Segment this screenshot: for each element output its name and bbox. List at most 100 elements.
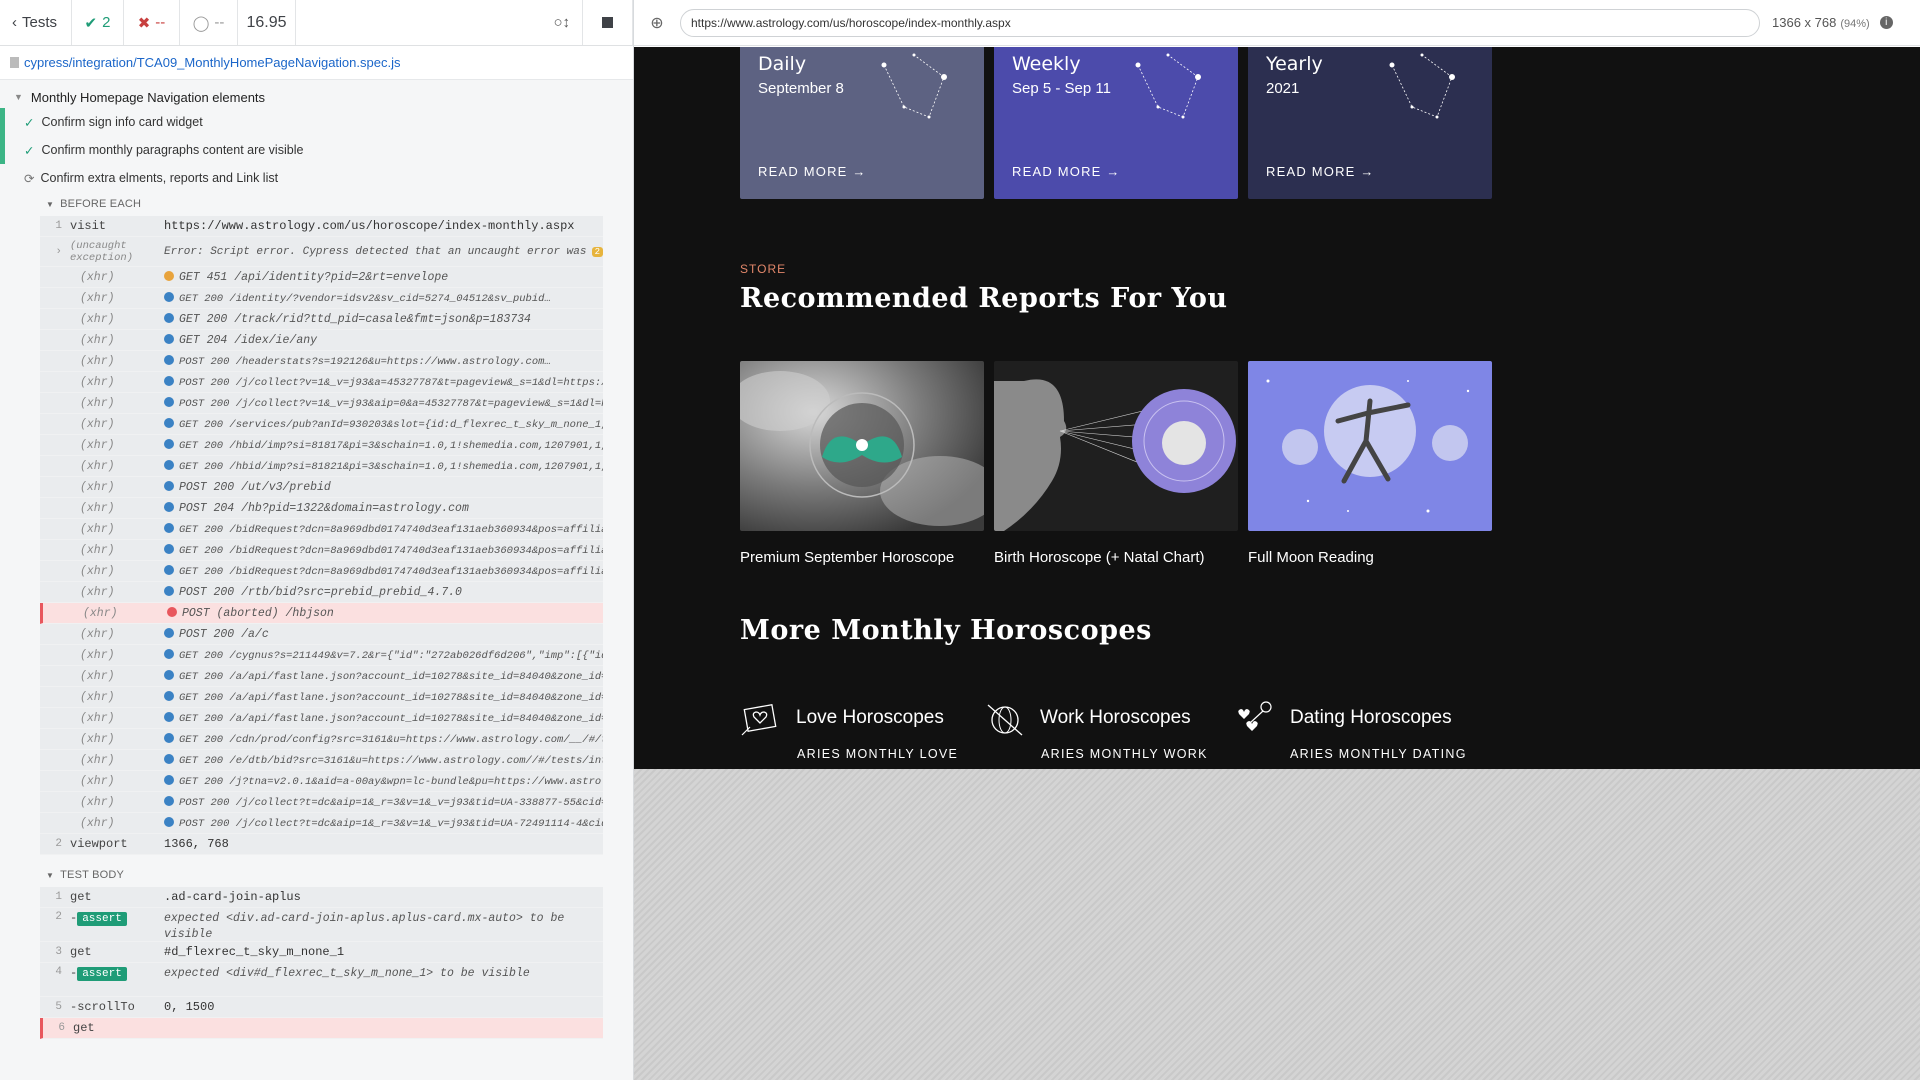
status-dot (164, 522, 174, 533)
command-row[interactable]: 2 viewport 1366, 768 (40, 834, 603, 855)
love-horoscopes-link[interactable]: Love Horoscopes (740, 697, 944, 739)
xhr-row[interactable]: (xhr) POST 200 /j/collect?v=1&_v=j93&aip=… (40, 393, 603, 414)
status-dot (164, 417, 174, 428)
constellation-icon (1135, 53, 1201, 119)
horoscope-card-yearly[interactable]: Yearly 2021 READ MORE → (1248, 47, 1492, 199)
cypress-reporter: ‹ Tests ✔ 2 ✖ -- ◯ -- 16.95 ○↕ cypress/integ… (0, 0, 634, 1080)
xhr-row[interactable]: (xhr) GET 200 /bidRequest?dcn=8a969dbd017… (40, 540, 603, 561)
xhr-row[interactable]: (xhr) POST (aborted) /hbjson (40, 603, 603, 624)
xhr-row[interactable]: (xhr) GET 200 /cdn/prod/config?src=3161&u… (40, 729, 603, 750)
xhr-label: (xhr) (80, 522, 115, 536)
xhr-row[interactable]: (xhr) POST 200 /j/collect?t=dc&aip=1&_r=3… (40, 813, 603, 834)
test-row[interactable]: ✓ Confirm sign info card widget (0, 108, 633, 136)
status-dot (164, 396, 174, 407)
xhr-row[interactable]: (xhr) GET 200 /a/api/fastlane.json?accoun… (40, 708, 603, 729)
chevron-down-icon: ▼ (46, 870, 55, 880)
status-dot (164, 438, 174, 449)
xhr-row[interactable]: (xhr) GET 200 /identity/?vendor=idsv2&sv_… (40, 288, 603, 309)
xhr-row[interactable]: (xhr) GET 200 /cygnus?s=211449&v=7.2&r={"… (40, 645, 603, 666)
command-row[interactable]: 1 get .ad-card-join-aplus (40, 887, 603, 908)
work-horoscopes-link[interactable]: Work Horoscopes (984, 697, 1191, 739)
xhr-row[interactable]: (xhr) POST 200 /rtb/bid?src=prebid_prebid… (40, 582, 603, 603)
pending-count: ◯ -- (180, 0, 238, 45)
chevron-down-icon: ▼ (14, 92, 23, 102)
xhr-row[interactable]: (xhr) POST 200 /a/c (40, 624, 603, 645)
xhr-row[interactable]: (xhr) GET 200 /a/api/fastlane.json?accoun… (40, 666, 603, 687)
aries-monthly-work-link[interactable]: ARIES MONTHLY WORK (1041, 747, 1208, 761)
test-body-hook[interactable]: ▼ TEST BODY (0, 863, 633, 887)
status-dot (164, 564, 174, 575)
more-heading: More Monthly Horoscopes (740, 615, 1152, 646)
test-row-running[interactable]: ⟳ Confirm extra elments, reports and Link… (0, 164, 633, 192)
status-dot (164, 375, 174, 386)
status-dot (164, 333, 174, 344)
command-row-uncaught[interactable]: › (uncaught exception) Error: Script error… (40, 237, 603, 267)
xhr-row[interactable]: (xhr) POST 204 /hb?pid=1322&domain=astrol… (40, 498, 603, 519)
report-card[interactable]: Premium September Horoscope (740, 361, 984, 566)
xhr-row[interactable]: (xhr) GET 200 /e/dtb/bid?src=3161&u=https… (40, 750, 603, 771)
status-dot (164, 711, 174, 722)
url-bar: ⊕ https://www.astrology.com/us/horoscope… (634, 0, 1920, 46)
viewport-dims: 1366 x 768 (94%) (1772, 15, 1870, 30)
command-row[interactable]: 6 get (40, 1018, 603, 1039)
xhr-row[interactable]: (xhr) GET 200 /services/pub?anId=930203&s… (40, 414, 603, 435)
command-row[interactable]: 5 -scrollTo 0, 1500 (40, 997, 603, 1018)
xhr-row[interactable]: (xhr) GET 200 /bidRequest?dcn=8a969dbd017… (40, 561, 603, 582)
read-more-link[interactable]: READ MORE → (758, 164, 867, 179)
xhr-list: (xhr) GET 451 /api/identity?pid=2&rt=enve… (40, 267, 603, 834)
command-row[interactable]: 1 visit https://www.astrology.com/us/horos… (40, 216, 603, 237)
read-more-link[interactable]: READ MORE → (1012, 164, 1121, 179)
auto-scroll-icon[interactable]: ○↕ (553, 14, 570, 31)
read-more-link[interactable]: READ MORE → (1266, 164, 1375, 179)
xhr-row[interactable]: (xhr) GET 200 /track/rid?ttd_pid=casale&f… (40, 309, 603, 330)
xhr-row[interactable]: (xhr) POST 200 /ut/v3/prebid (40, 477, 603, 498)
tests-button[interactable]: ‹ Tests (0, 0, 72, 45)
xhr-row[interactable]: (xhr) GET 451 /api/identity?pid=2&rt=enve… (40, 267, 603, 288)
xhr-row[interactable]: (xhr) POST 200 /headerstats?s=192126&u=ht… (40, 351, 603, 372)
assert-row[interactable]: 2- assert expected <div.ad-card-join-aplus… (40, 908, 603, 942)
status-dot (164, 354, 174, 365)
stop-button[interactable] (583, 0, 633, 45)
heart-icon (741, 703, 777, 736)
xhr-row[interactable]: (xhr) GET 204 /idex/ie/any (40, 330, 603, 351)
xhr-label: (xhr) (80, 669, 115, 683)
status-dot (164, 480, 174, 491)
xhr-label: (xhr) (80, 333, 115, 347)
report-card[interactable]: Birth Horoscope (+ Natal Chart) (994, 361, 1238, 566)
command-row[interactable]: 3 get #d_flexrec_t_sky_m_none_1 (40, 942, 603, 963)
suite-title[interactable]: ▼ Monthly Homepage Navigation elements (0, 80, 633, 108)
xhr-row[interactable]: (xhr) POST 200 /j/collect?t=dc&aip=1&_r=3… (40, 792, 603, 813)
test-row[interactable]: ✓ Confirm monthly paragraphs content are … (0, 136, 633, 164)
x-icon: ✖ (137, 14, 151, 32)
xhr-label: (xhr) (80, 564, 115, 578)
constellation-icon (881, 53, 947, 119)
dating-horoscopes-link[interactable]: Dating Horoscopes (1234, 697, 1452, 739)
before-each-hook[interactable]: ▼ BEFORE EACH (0, 192, 633, 216)
xhr-label: (xhr) (80, 501, 115, 515)
assert-row[interactable]: 4- assert expected <div#d_flexrec_t_sky_m_… (40, 963, 603, 997)
xhr-row[interactable]: (xhr) GET 200 /hbid/imp?si=81821&pi=3&sch… (40, 456, 603, 477)
stop-icon (602, 17, 613, 28)
xhr-label: (xhr) (80, 354, 115, 368)
xhr-row[interactable]: (xhr) GET 200 /j?tna=v2.0.1&aid=a-00ay&wp… (40, 771, 603, 792)
hearts-icon (1238, 701, 1272, 731)
info-icon[interactable]: i (1879, 16, 1893, 29)
spec-path[interactable]: cypress/integration/TCA09_MonthlyHomePag… (0, 46, 633, 80)
xhr-row[interactable]: (xhr) GET 200 /bidRequest?dcn=8a969dbd017… (40, 519, 603, 540)
xhr-row[interactable]: (xhr) GET 200 /hbid/imp?si=81817&pi=3&sch… (40, 435, 603, 456)
xhr-label: (xhr) (80, 627, 115, 641)
xhr-label: (xhr) (80, 648, 115, 662)
xhr-label: (xhr) (80, 774, 115, 788)
xhr-row[interactable]: (xhr) POST 200 /j/collect?v=1&_v=j93&a=45… (40, 372, 603, 393)
aries-monthly-love-link[interactable]: ARIES MONTHLY LOVE (797, 747, 958, 761)
status-dot (164, 753, 174, 764)
xhr-row[interactable]: (xhr) GET 200 /a/api/fastlane.json?accoun… (40, 687, 603, 708)
horoscope-card-daily[interactable]: Daily September 8 READ MORE → (740, 47, 984, 199)
url-field[interactable]: https://www.astrology.com/us/horoscope/i… (680, 8, 1760, 37)
report-image (1248, 361, 1492, 531)
aries-monthly-dating-link[interactable]: ARIES MONTHLY DATING (1290, 747, 1467, 761)
horoscope-card-weekly[interactable]: Weekly Sep 5 - Sep 11 READ MORE → (994, 47, 1238, 199)
report-card[interactable]: Full Moon Reading (1248, 361, 1492, 566)
xhr-label: (xhr) (80, 795, 115, 809)
selector-playground-icon[interactable]: ⊕ (634, 13, 680, 33)
